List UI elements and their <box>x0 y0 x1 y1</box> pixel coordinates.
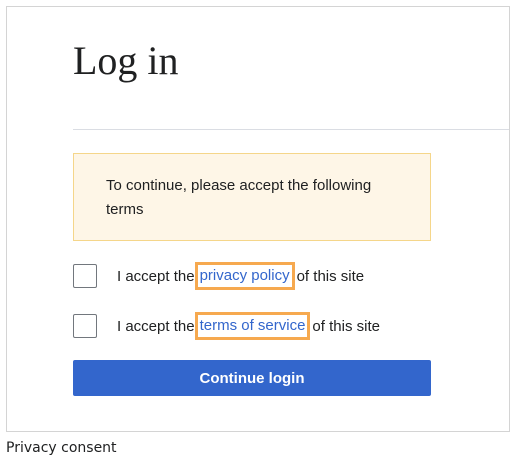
terms-consent-suffix: of this site <box>312 317 380 335</box>
login-panel: Log in To continue, please accept the fo… <box>6 6 510 432</box>
terms-of-service-link[interactable]: terms of service <box>194 312 311 340</box>
privacy-consent-row: I accept the privacy policy of this site <box>73 262 364 290</box>
terms-consent-prefix: I accept the <box>117 317 195 335</box>
terms-notice: To continue, please accept the following… <box>73 153 431 241</box>
page-title: Log in <box>73 38 179 83</box>
terms-consent-checkbox[interactable] <box>73 314 97 338</box>
title-divider <box>73 129 509 130</box>
privacy-policy-link[interactable]: privacy policy <box>194 262 295 290</box>
continue-login-button[interactable]: Continue login <box>73 360 431 396</box>
image-caption: Privacy consent <box>6 440 117 456</box>
privacy-consent-suffix: of this site <box>296 267 365 285</box>
terms-consent-row: I accept the terms of service of this si… <box>73 312 380 340</box>
privacy-consent-checkbox[interactable] <box>73 264 97 288</box>
privacy-consent-prefix: I accept the <box>117 267 195 285</box>
